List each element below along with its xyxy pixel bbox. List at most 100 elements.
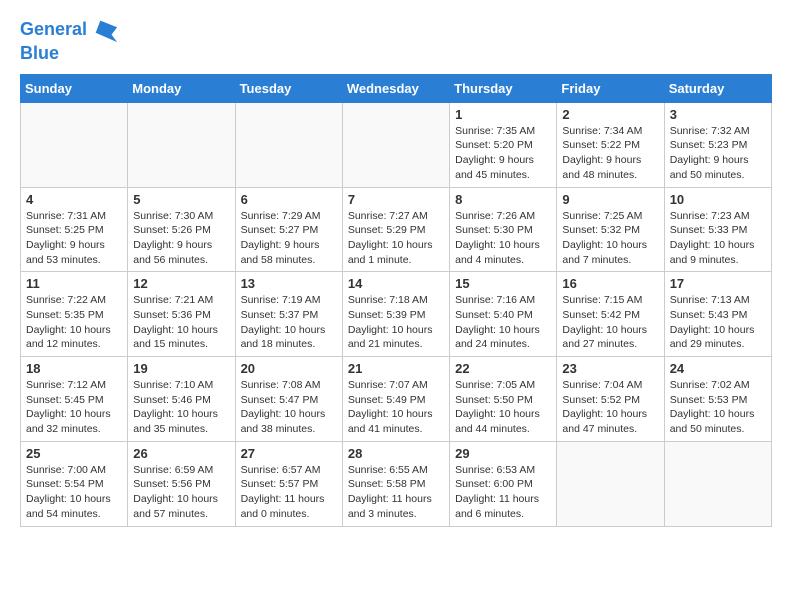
logo-text-blue: Blue <box>20 44 119 64</box>
day-number: 24 <box>670 361 766 376</box>
calendar-cell: 27 Sunrise: 6:57 AM Sunset: 5:57 PM Dayli… <box>235 441 342 526</box>
calendar-cell: 23 Sunrise: 7:04 AM Sunset: 5:52 PM Dayli… <box>557 357 664 442</box>
day-info: Sunrise: 7:15 AM Sunset: 5:42 PM Dayligh… <box>562 293 658 352</box>
day-number: 15 <box>455 276 551 291</box>
day-info: Sunrise: 7:35 AM Sunset: 5:20 PM Dayligh… <box>455 124 551 183</box>
day-number: 21 <box>348 361 444 376</box>
day-number: 25 <box>26 446 122 461</box>
day-info: Sunrise: 7:18 AM Sunset: 5:39 PM Dayligh… <box>348 293 444 352</box>
logo-text: General <box>20 20 87 40</box>
calendar-cell: 18Sunrise: 7:12 AM Sunset: 5:45 PM Dayli… <box>21 357 128 442</box>
day-number: 29 <box>455 446 551 461</box>
calendar-cell: 24 Sunrise: 7:02 AM Sunset: 5:53 PM Dayli… <box>664 357 771 442</box>
day-info: Sunrise: 7:25 AM Sunset: 5:32 PM Dayligh… <box>562 209 658 268</box>
day-info: Sunrise: 6:59 AM Sunset: 5:56 PM Dayligh… <box>133 463 229 522</box>
day-number: 16 <box>562 276 658 291</box>
day-number: 12 <box>133 276 229 291</box>
calendar-cell: 20Sunrise: 7:08 AM Sunset: 5:47 PM Dayli… <box>235 357 342 442</box>
day-info: Sunrise: 7:07 AM Sunset: 5:49 PM Dayligh… <box>348 378 444 437</box>
day-info: Sunrise: 6:55 AM Sunset: 5:58 PM Dayligh… <box>348 463 444 522</box>
calendar-cell <box>557 441 664 526</box>
calendar-cell: 9 Sunrise: 7:25 AM Sunset: 5:32 PM Daylig… <box>557 187 664 272</box>
calendar-cell: 21 Sunrise: 7:07 AM Sunset: 5:49 PM Dayli… <box>342 357 449 442</box>
day-info: Sunrise: 7:32 AM Sunset: 5:23 PM Dayligh… <box>670 124 766 183</box>
calendar-cell: 13 Sunrise: 7:19 AM Sunset: 5:37 PM Dayli… <box>235 272 342 357</box>
day-info: Sunrise: 7:00 AM Sunset: 5:54 PM Dayligh… <box>26 463 122 522</box>
day-info: Sunrise: 7:23 AM Sunset: 5:33 PM Dayligh… <box>670 209 766 268</box>
day-number: 11 <box>26 276 122 291</box>
day-number: 13 <box>241 276 337 291</box>
calendar-cell: 3 Sunrise: 7:32 AM Sunset: 5:23 PM Daylig… <box>664 102 771 187</box>
calendar-cell: 26 Sunrise: 6:59 AM Sunset: 5:56 PM Dayli… <box>128 441 235 526</box>
calendar-cell: 5 Sunrise: 7:30 AM Sunset: 5:26 PM Daylig… <box>128 187 235 272</box>
calendar-cell: 2 Sunrise: 7:34 AM Sunset: 5:22 PM Daylig… <box>557 102 664 187</box>
day-info: Sunrise: 7:27 AM Sunset: 5:29 PM Dayligh… <box>348 209 444 268</box>
day-info: Sunrise: 7:34 AM Sunset: 5:22 PM Dayligh… <box>562 124 658 183</box>
calendar-cell: 14 Sunrise: 7:18 AM Sunset: 5:39 PM Dayli… <box>342 272 449 357</box>
day-info: Sunrise: 7:26 AM Sunset: 5:30 PM Dayligh… <box>455 209 551 268</box>
calendar-cell: 15 Sunrise: 7:16 AM Sunset: 5:40 PM Dayli… <box>450 272 557 357</box>
day-number: 22 <box>455 361 551 376</box>
day-info: Sunrise: 7:05 AM Sunset: 5:50 PM Dayligh… <box>455 378 551 437</box>
day-info: Sunrise: 7:16 AM Sunset: 5:40 PM Dayligh… <box>455 293 551 352</box>
calendar-week-row: 11 Sunrise: 7:22 AM Sunset: 5:35 PM Dayli… <box>21 272 772 357</box>
calendar-cell: 10 Sunrise: 7:23 AM Sunset: 5:33 PM Dayli… <box>664 187 771 272</box>
column-header-wednesday: Wednesday <box>342 74 449 102</box>
day-info: Sunrise: 7:19 AM Sunset: 5:37 PM Dayligh… <box>241 293 337 352</box>
calendar-cell: 28 Sunrise: 6:55 AM Sunset: 5:58 PM Dayli… <box>342 441 449 526</box>
day-info: Sunrise: 7:02 AM Sunset: 5:53 PM Dayligh… <box>670 378 766 437</box>
day-number: 28 <box>348 446 444 461</box>
day-number: 8 <box>455 192 551 207</box>
calendar-week-row: 4 Sunrise: 7:31 AM Sunset: 5:25 PM Daylig… <box>21 187 772 272</box>
day-number: 20 <box>241 361 337 376</box>
day-number: 27 <box>241 446 337 461</box>
calendar-week-row: 25 Sunrise: 7:00 AM Sunset: 5:54 PM Dayli… <box>21 441 772 526</box>
day-number: 1 <box>455 107 551 122</box>
calendar-cell: 12 Sunrise: 7:21 AM Sunset: 5:36 PM Dayli… <box>128 272 235 357</box>
day-number: 10 <box>670 192 766 207</box>
day-number: 23 <box>562 361 658 376</box>
calendar-cell <box>664 441 771 526</box>
day-number: 2 <box>562 107 658 122</box>
day-info: Sunrise: 7:30 AM Sunset: 5:26 PM Dayligh… <box>133 209 229 268</box>
column-header-sunday: Sunday <box>21 74 128 102</box>
calendar-cell: 22 Sunrise: 7:05 AM Sunset: 5:50 PM Dayli… <box>450 357 557 442</box>
calendar-cell: 6 Sunrise: 7:29 AM Sunset: 5:27 PM Daylig… <box>235 187 342 272</box>
logo: General Blue <box>20 16 119 64</box>
day-number: 5 <box>133 192 229 207</box>
calendar-cell: 17 Sunrise: 7:13 AM Sunset: 5:43 PM Dayli… <box>664 272 771 357</box>
column-header-tuesday: Tuesday <box>235 74 342 102</box>
calendar-cell: 11 Sunrise: 7:22 AM Sunset: 5:35 PM Dayli… <box>21 272 128 357</box>
calendar-table: SundayMondayTuesdayWednesdayThursdayFrid… <box>20 74 772 527</box>
calendar-cell: 25 Sunrise: 7:00 AM Sunset: 5:54 PM Dayli… <box>21 441 128 526</box>
day-number: 7 <box>348 192 444 207</box>
column-header-friday: Friday <box>557 74 664 102</box>
day-number: 26 <box>133 446 229 461</box>
day-info: Sunrise: 7:21 AM Sunset: 5:36 PM Dayligh… <box>133 293 229 352</box>
day-info: Sunrise: 6:57 AM Sunset: 5:57 PM Dayligh… <box>241 463 337 522</box>
calendar-cell: 29Sunrise: 6:53 AM Sunset: 6:00 PM Dayli… <box>450 441 557 526</box>
day-info: Sunrise: 7:22 AM Sunset: 5:35 PM Dayligh… <box>26 293 122 352</box>
calendar-cell <box>342 102 449 187</box>
calendar-cell: 1 Sunrise: 7:35 AM Sunset: 5:20 PM Daylig… <box>450 102 557 187</box>
day-number: 9 <box>562 192 658 207</box>
day-info: Sunrise: 7:12 AM Sunset: 5:45 PM Dayligh… <box>26 378 122 437</box>
day-number: 3 <box>670 107 766 122</box>
day-info: Sunrise: 7:13 AM Sunset: 5:43 PM Dayligh… <box>670 293 766 352</box>
logo-icon <box>91 16 119 44</box>
calendar-cell <box>21 102 128 187</box>
day-number: 14 <box>348 276 444 291</box>
day-number: 19 <box>133 361 229 376</box>
day-info: Sunrise: 7:10 AM Sunset: 5:46 PM Dayligh… <box>133 378 229 437</box>
day-number: 6 <box>241 192 337 207</box>
calendar-header-row: SundayMondayTuesdayWednesdayThursdayFrid… <box>21 74 772 102</box>
day-number: 17 <box>670 276 766 291</box>
day-number: 4 <box>26 192 122 207</box>
calendar-cell: 4 Sunrise: 7:31 AM Sunset: 5:25 PM Daylig… <box>21 187 128 272</box>
calendar-cell: 16 Sunrise: 7:15 AM Sunset: 5:42 PM Dayli… <box>557 272 664 357</box>
day-info: Sunrise: 7:31 AM Sunset: 5:25 PM Dayligh… <box>26 209 122 268</box>
column-header-monday: Monday <box>128 74 235 102</box>
day-info: Sunrise: 7:04 AM Sunset: 5:52 PM Dayligh… <box>562 378 658 437</box>
calendar-cell: 8 Sunrise: 7:26 AM Sunset: 5:30 PM Daylig… <box>450 187 557 272</box>
day-info: Sunrise: 7:29 AM Sunset: 5:27 PM Dayligh… <box>241 209 337 268</box>
